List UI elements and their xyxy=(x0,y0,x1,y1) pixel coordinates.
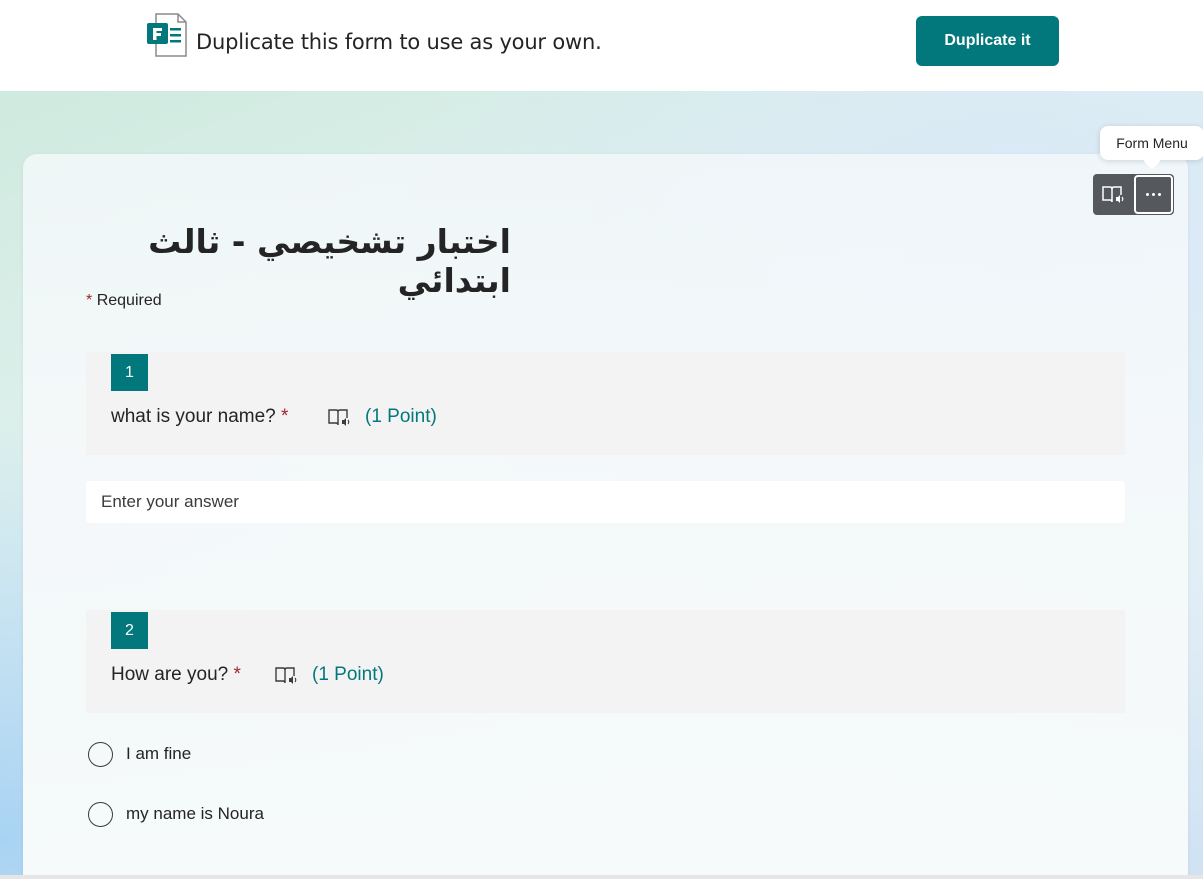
required-note: * Required xyxy=(86,292,162,310)
question-1-required-star: * xyxy=(281,406,289,427)
required-label: Required xyxy=(96,292,162,309)
bottom-divider xyxy=(0,875,1203,879)
microsoft-forms-icon xyxy=(147,13,187,57)
question-1-text: what is your name? * xyxy=(111,406,288,428)
question-2-option-2[interactable]: my name is Noura xyxy=(88,801,264,827)
form-menu-tooltip: Form Menu xyxy=(1100,126,1203,160)
question-2-header xyxy=(86,610,1125,713)
question-1-number: 1 xyxy=(111,354,148,391)
question-2-points: (1 Point) xyxy=(312,664,384,685)
immersive-reader-button[interactable] xyxy=(1093,174,1133,215)
duplicate-banner: Duplicate this form to use as your own. … xyxy=(0,0,1203,91)
required-star: * xyxy=(86,292,93,309)
immersive-reader-icon[interactable] xyxy=(327,408,351,428)
question-2-number: 2 xyxy=(111,612,148,649)
question-2-text: How are you? * xyxy=(111,664,241,686)
question-2-label: How are you? xyxy=(111,664,229,685)
immersive-reader-icon[interactable] xyxy=(274,666,298,686)
banner-text: Duplicate this form to use as your own. xyxy=(196,30,602,54)
question-2-option-1[interactable]: I am fine xyxy=(88,741,191,767)
radio-button[interactable] xyxy=(88,741,113,767)
form-title: اختبار تشخيصي - ثالث ابتدائي xyxy=(148,222,511,300)
radio-button[interactable] xyxy=(88,801,113,827)
question-2-required-star: * xyxy=(233,664,241,685)
question-1-header xyxy=(86,352,1125,455)
question-1-answer-input[interactable] xyxy=(86,481,1125,523)
question-1-points: (1 Point) xyxy=(365,406,437,427)
form-menu-button[interactable] xyxy=(1134,175,1173,214)
question-1-label: what is your name? xyxy=(111,406,276,427)
duplicate-it-button[interactable]: Duplicate it xyxy=(916,16,1059,66)
more-options-icon xyxy=(1146,193,1161,196)
immersive-reader-icon xyxy=(1102,185,1124,203)
option-label: my name is Noura xyxy=(126,804,264,823)
option-label: I am fine xyxy=(126,744,192,763)
